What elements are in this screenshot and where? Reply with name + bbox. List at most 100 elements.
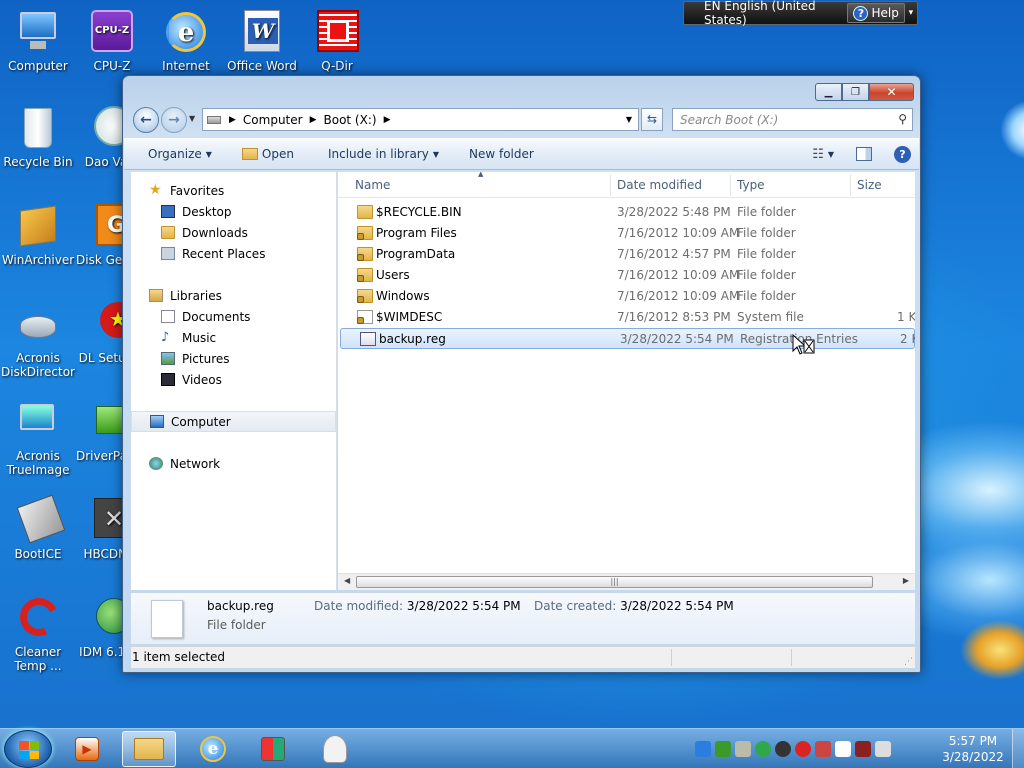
desktop-icon-internet[interactable]: e Internet — [148, 8, 224, 73]
nav-libraries[interactable]: Libraries — [131, 285, 336, 306]
tray-play-icon[interactable] — [775, 741, 791, 757]
tray-tools-icon[interactable] — [815, 741, 831, 757]
desktop-icon-qdir[interactable]: Q-Dir — [299, 8, 375, 73]
locked-folder-icon — [357, 289, 373, 303]
command-bar: Organize ▼ Open Include in library ▼ New f… — [124, 138, 919, 170]
file-row[interactable]: Program Files 7/16/2012 10:09 AM File fold… — [338, 223, 915, 244]
column-header-size[interactable]: Size — [857, 178, 882, 192]
help-icon: ? — [853, 5, 869, 21]
taskbar-media-player[interactable]: ▶ — [60, 731, 114, 767]
nav-videos[interactable]: Videos — [131, 369, 336, 390]
taskbar-utility[interactable] — [246, 731, 300, 767]
search-input[interactable]: Search Boot (X:) ⚲ — [672, 108, 913, 131]
taskbar-internet-explorer[interactable]: e — [186, 731, 240, 767]
help-icon[interactable]: ? — [894, 145, 911, 163]
tray-volume-muted-icon[interactable] — [875, 741, 891, 757]
show-desktop-button[interactable] — [1012, 729, 1024, 768]
taskbar-explorer[interactable] — [122, 731, 176, 767]
file-row[interactable]: Windows 7/16/2012 10:09 AM File folder — [338, 286, 915, 307]
include-in-library-button[interactable]: Include in library ▼ — [302, 139, 447, 169]
breadcrumb-chevron-icon[interactable]: ▶ — [380, 115, 395, 125]
nav-computer[interactable]: Computer — [131, 411, 336, 432]
preview-pane-icon[interactable] — [856, 147, 872, 161]
open-button[interactable]: Open — [220, 139, 302, 169]
nav-music[interactable]: ♪ Music — [131, 327, 336, 348]
nav-favorites[interactable]: ★ Favorites — [131, 180, 336, 201]
desktop-icon-word[interactable]: W Office Word — [224, 8, 300, 73]
minimize-button[interactable]: ▁ — [815, 83, 842, 101]
file-row[interactable]: backup.reg 3/28/2022 5:54 PM Registration … — [340, 328, 915, 349]
maximize-button[interactable]: ❐ — [842, 83, 869, 101]
cpuz-icon: CPU-Z — [88, 8, 136, 56]
created-value: 3/28/2022 5:54 PM — [620, 599, 734, 613]
breadcrumb-chevron-icon[interactable]: ▶ — [225, 115, 240, 125]
file-row[interactable]: $RECYCLE.BIN 3/28/2022 5:48 PM File folder — [338, 202, 915, 223]
nav-pictures[interactable]: Pictures — [131, 348, 336, 369]
breadcrumb-boot-drive[interactable]: Boot (X:) — [321, 113, 380, 127]
file-row[interactable]: ProgramData 7/16/2012 4:57 PM File folder — [338, 244, 915, 265]
tray-alert-icon[interactable] — [795, 741, 811, 757]
tray-network-icon[interactable] — [715, 741, 731, 757]
desktop-icon-acronis-ti[interactable]: Acronis TrueImage — [0, 398, 76, 477]
address-bar[interactable]: ▶ Computer ▶ Boot (X:) ▶ ▼ — [202, 108, 639, 131]
file-name: Program Files — [376, 226, 457, 240]
help-label: Help — [871, 6, 899, 20]
resize-grip-icon[interactable]: ⋰ — [904, 657, 913, 667]
desktop-icon-bootice[interactable]: BootICE — [0, 494, 76, 561]
organize-button[interactable]: Organize ▼ — [124, 139, 220, 169]
desktop-icon — [161, 205, 175, 218]
column-header-date[interactable]: Date modified — [617, 178, 702, 192]
file-row[interactable]: Users 7/16/2012 10:09 AM File folder — [338, 265, 915, 286]
nav-documents[interactable]: Documents — [131, 306, 336, 327]
column-header-type[interactable]: Type — [737, 178, 765, 192]
tray-monitor-icon[interactable] — [855, 741, 871, 757]
change-view-icon[interactable]: ☷ — [812, 147, 824, 162]
forward-button[interactable]: → — [161, 107, 187, 133]
nav-desktop[interactable]: Desktop — [131, 201, 336, 222]
breadcrumb-computer[interactable]: Computer — [240, 113, 306, 127]
bootice-floppy-icon — [14, 494, 66, 544]
tray-flag-icon[interactable] — [835, 741, 851, 757]
nav-label: Downloads — [182, 225, 248, 240]
refresh-button[interactable]: ⇆ — [641, 108, 663, 131]
nav-recent-places[interactable]: Recent Places — [131, 243, 336, 264]
scroll-right-icon[interactable]: ▶ — [903, 576, 909, 585]
desktop-icon-computer[interactable]: Computer — [0, 8, 76, 73]
view-dropdown-icon[interactable]: ▼ — [828, 150, 834, 159]
tray-refresh-icon[interactable] — [755, 741, 771, 757]
new-folder-button[interactable]: New folder — [447, 139, 542, 169]
desktop-icon-cleaner[interactable]: Cleaner Temp ... — [0, 592, 76, 673]
tray-ie-icon[interactable] — [695, 741, 711, 757]
scrollbar-thumb[interactable]: ||| — [356, 576, 873, 588]
column-header-name[interactable]: Name — [355, 178, 390, 192]
nav-label: Videos — [182, 372, 222, 387]
desktop-icon-acronis-dd[interactable]: Acronis DiskDirector — [0, 300, 76, 379]
close-button[interactable]: ✕ — [869, 83, 914, 101]
scroll-left-icon[interactable]: ◀ — [344, 576, 350, 585]
nav-label: Favorites — [170, 183, 225, 198]
back-button[interactable]: ← — [133, 107, 159, 133]
breadcrumb-chevron-icon[interactable]: ▶ — [306, 115, 321, 125]
tray-usb-icon[interactable] — [735, 741, 751, 757]
acronis-trueimage-icon — [14, 398, 62, 446]
nav-label: Recent Places — [182, 246, 266, 261]
address-dropdown-icon[interactable]: ▼ — [626, 115, 632, 124]
desktop-icon-recycle-bin[interactable]: Recycle Bin — [0, 104, 76, 169]
language-indicator[interactable]: EN English (United States) — [684, 0, 847, 27]
langbar-options-icon[interactable]: ▾ — [905, 8, 917, 18]
nav-network[interactable]: Network — [131, 453, 336, 474]
taskbar-ghost-app[interactable] — [308, 731, 362, 767]
horizontal-scrollbar[interactable]: ◀ ||| ▶ — [338, 573, 915, 590]
file-name: ProgramData — [376, 247, 456, 261]
nav-label: Documents — [182, 309, 251, 324]
help-button[interactable]: ? Help — [847, 3, 905, 23]
system-clock[interactable]: 5:57 PM 3/28/2022 — [940, 733, 1006, 765]
file-date: 3/28/2022 5:54 PM — [620, 332, 734, 346]
desktop-icon-winarchiver[interactable]: WinArchiver — [0, 202, 76, 267]
file-row[interactable]: $WIMDESC 7/16/2012 8:53 PM System file 1 K — [338, 307, 915, 328]
open-label: Open — [261, 147, 294, 161]
desktop-icon-cpuz[interactable]: CPU-Z CPU-Z — [74, 8, 150, 73]
nav-downloads[interactable]: Downloads — [131, 222, 336, 243]
start-button[interactable] — [4, 730, 52, 768]
recent-pages-dropdown[interactable]: ▼ — [189, 114, 195, 123]
